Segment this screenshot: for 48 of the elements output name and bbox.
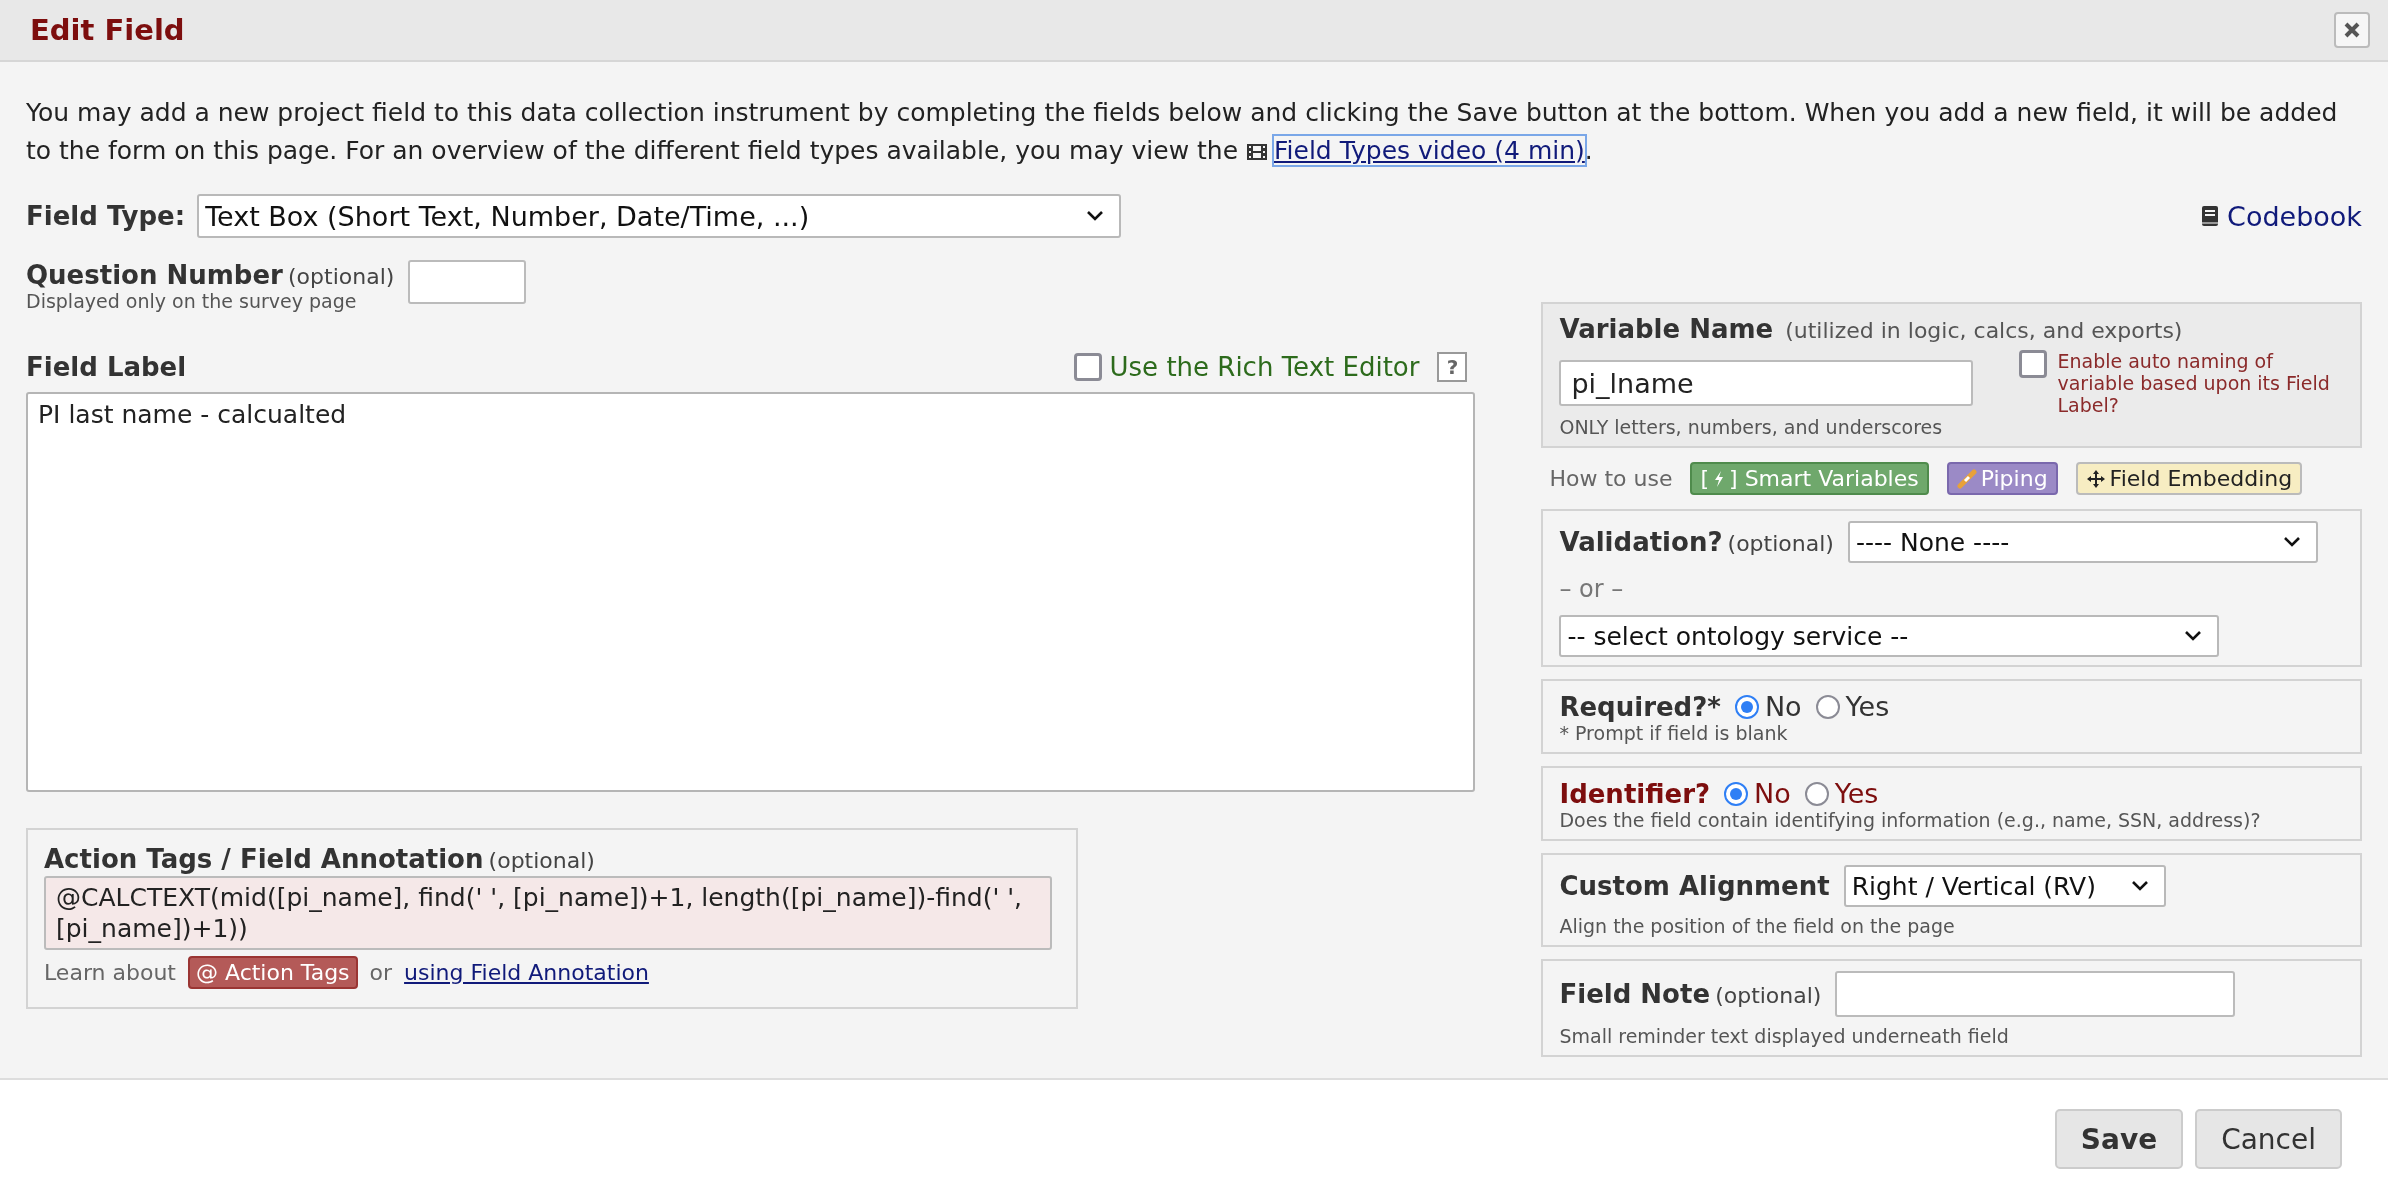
optional-note: (optional) xyxy=(288,264,395,289)
save-button[interactable]: Save xyxy=(2054,1109,2184,1169)
radio-label[interactable]: Yes xyxy=(1834,778,1879,809)
optional-note: (optional) xyxy=(1715,983,1822,1008)
optional-note: (optional) xyxy=(488,848,595,873)
dialog-title: Edit Field xyxy=(30,13,185,47)
video-link[interactable]: Field Types video (4 min) xyxy=(1274,136,1585,165)
annotation-textarea[interactable]: @CALCTEXT(mid([pi_name], find(' ', [pi_name])+1, length([pi_name])-find(' ', [pi_name])+1)) xyxy=(44,876,1052,950)
action-tags-button[interactable]: @ Action Tags xyxy=(187,956,358,989)
field-label: Required?* xyxy=(1559,691,1721,722)
field-label: Question Number xyxy=(26,260,283,290)
radio-label[interactable]: No xyxy=(1754,778,1791,809)
how-to-use-text: How to use xyxy=(1549,466,1673,491)
alignment-select[interactable]: Right / Vertical (RV) xyxy=(1843,865,2166,907)
hint-text: Displayed only on the survey page xyxy=(26,290,358,312)
radio-label[interactable]: Yes xyxy=(1845,691,1890,722)
field-label: Variable Name xyxy=(1559,314,1774,344)
field-label: Field Note xyxy=(1559,979,1711,1009)
variable-name-input[interactable]: pi_lname xyxy=(1559,360,1974,406)
note-text: (utilized in logic, calcs, and exports) xyxy=(1785,318,2183,343)
help-button[interactable]: Field Embedding xyxy=(2075,462,2303,495)
radio-label[interactable]: No xyxy=(1764,691,1802,722)
validation-select[interactable]: ---- None ---- xyxy=(1847,521,2318,563)
hint-text: Does the field contain identifying information (e.g., name, SSN, address)? xyxy=(1559,809,2262,831)
checkbox-label[interactable]: Enable auto naming of variable based upon its Field Label? xyxy=(2057,350,2340,416)
checkbox-label[interactable]: Use the Rich Text Editor xyxy=(1109,352,1420,382)
or-text: or xyxy=(369,960,393,985)
field-label: Identifier? xyxy=(1559,778,1711,809)
optional-note: (optional) xyxy=(1727,531,1834,556)
hint-text: ONLY letters, numbers, and underscores xyxy=(1559,416,1944,438)
hint-text: Small reminder text displayed underneath field xyxy=(1559,1025,2010,1047)
field-label-textarea[interactable]: PI last name - calcualted xyxy=(26,392,1476,792)
or-text: – or – xyxy=(1559,575,1625,603)
field-label: Field Label xyxy=(26,352,187,382)
learn-about-text: Learn about xyxy=(44,960,176,985)
help-button[interactable]: ? xyxy=(1437,352,1468,382)
hint-text: Align the position of the field on the page xyxy=(1559,915,1956,937)
field-annotation-link[interactable]: using Field Annotation xyxy=(404,960,649,985)
field-label: Custom Alignment xyxy=(1559,871,1830,901)
hint-text: * Prompt if field is blank xyxy=(1559,722,1789,744)
ontology-select[interactable]: -- select ontology service -- xyxy=(1559,615,2220,657)
field-label: Validation? xyxy=(1559,527,1723,557)
field-label: Field Type: xyxy=(26,201,186,231)
cancel-button[interactable]: Cancel xyxy=(2195,1109,2342,1169)
codebook-link[interactable]: Codebook xyxy=(2201,200,2362,232)
field-label: Action Tags / Field Annotation xyxy=(44,844,484,874)
field-type-select[interactable]: Text Box (Short Text, Number, Date/Time, ...) xyxy=(197,194,1122,238)
intro-text: You may add a new project field to this data collection instrument by completing the fields below and clicking the Save button at the bottom. When you add a new field, it will be added to the form on this page. For an overview of the different field types available, you may view the Field Types video (4 min). xyxy=(26,97,2339,167)
